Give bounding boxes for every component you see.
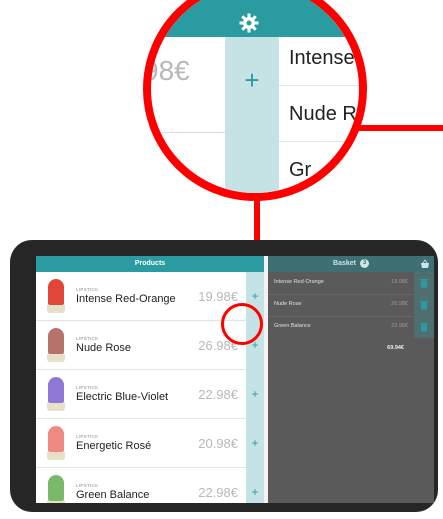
- product-row: LIPSTICK Electric Blue-Violet 22.98€: [36, 370, 246, 419]
- product-category: LIPSTICK: [76, 385, 99, 390]
- add-to-basket-button[interactable]: +: [246, 419, 264, 467]
- basket-title: Basket: [333, 260, 356, 267]
- basket-total: 69.94€: [268, 338, 414, 360]
- basket-item-price: 19.98€: [391, 279, 408, 285]
- tablet-frame: Products LIPSTICK Intense Red-Orange 19.…: [10, 240, 438, 512]
- basket-item-name: Green Balance: [274, 323, 311, 329]
- magnified-add-column: [225, 37, 279, 193]
- gear-icon: [239, 13, 259, 33]
- basket-count-badge: 3: [359, 258, 369, 268]
- product-category: LIPSTICK: [76, 434, 99, 439]
- lipstick-image: [46, 279, 66, 313]
- basket-item: Green Balance 22.98€: [268, 316, 414, 339]
- magnified-add-button: +: [244, 65, 260, 95]
- magnified-price: 98€: [143, 55, 190, 86]
- app-screen: Products LIPSTICK Intense Red-Orange 19.…: [36, 256, 434, 503]
- remove-button[interactable]: [414, 316, 434, 338]
- product-price: 19.98€: [198, 289, 238, 304]
- product-price: 22.98€: [198, 485, 238, 500]
- lipstick-image: [46, 475, 66, 503]
- products-panel: Products LIPSTICK Intense Red-Orange 19.…: [36, 256, 264, 503]
- product-price: 20.98€: [198, 436, 238, 451]
- lipstick-image: [46, 328, 66, 362]
- product-category: LIPSTICK: [76, 287, 99, 292]
- product-name: Green Balance: [76, 489, 150, 501]
- product-name: Intense Red-Orange: [76, 293, 176, 305]
- basket-item-price: 26.98€: [391, 301, 408, 307]
- trash-icon: [420, 323, 428, 332]
- basket-item-price: 22.98€: [391, 323, 408, 329]
- remove-button[interactable]: [414, 294, 434, 316]
- magnified-product-name: Intense: [289, 47, 355, 69]
- product-row: LIPSTICK Intense Red-Orange 19.98€: [36, 272, 246, 321]
- product-row: LIPSTICK Nude Rose 26.98€: [36, 321, 246, 370]
- basket-item-name: Nude Rose: [274, 301, 302, 307]
- magnified-separator: [279, 141, 359, 142]
- basket-total-value: 69.94€: [387, 345, 404, 351]
- basket-item: Nude Rose 26.98€: [268, 294, 414, 317]
- product-row: LIPSTICK Green Balance 22.98€: [36, 468, 246, 503]
- product-category: LIPSTICK: [76, 336, 99, 341]
- magnified-product-name: Nude R: [289, 103, 357, 125]
- basket-icon[interactable]: [420, 259, 430, 269]
- trash-icon: [420, 301, 428, 310]
- magnified-separator: [279, 85, 359, 86]
- product-name: Electric Blue-Violet: [76, 391, 169, 403]
- trash-icon: [420, 279, 428, 288]
- product-row: LIPSTICK Energetic Rosé 20.98€: [36, 419, 246, 468]
- basket-item: Intense Red-Orange 19.98€: [268, 272, 414, 295]
- lipstick-image: [46, 426, 66, 460]
- basket-item-name: Intense Red-Orange: [274, 279, 324, 285]
- product-price: 22.98€: [198, 387, 238, 402]
- remove-button[interactable]: [414, 272, 434, 294]
- basket-panel: Basket 3 Intense Red-Orange 19.98€ Nude R…: [268, 256, 434, 503]
- product-category: LIPSTICK: [76, 483, 99, 488]
- add-to-basket-button[interactable]: +: [246, 468, 264, 503]
- highlight-circle: [221, 303, 263, 345]
- product-name: Energetic Rosé: [76, 440, 152, 452]
- products-header: Products: [36, 256, 264, 272]
- magnified-product-name: Gr: [289, 159, 312, 181]
- basket-header: Basket 3: [268, 256, 434, 272]
- magnifier-connector-horizontal: [358, 125, 443, 131]
- product-name: Nude Rose: [76, 342, 132, 354]
- add-to-basket-button[interactable]: +: [246, 370, 264, 418]
- magnifier-callout: 98€ + Intense Nude R Gr: [143, 0, 367, 201]
- lipstick-image: [46, 377, 66, 411]
- magnified-divider: [151, 132, 225, 133]
